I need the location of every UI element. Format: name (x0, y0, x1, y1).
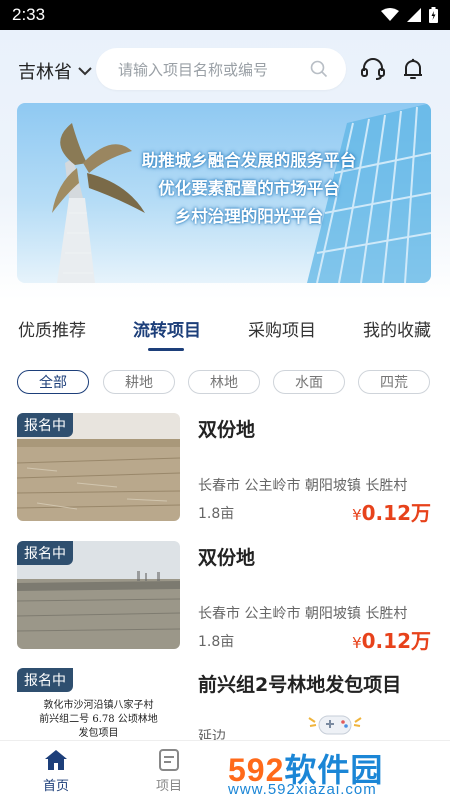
status-badge: 报名中 (17, 541, 73, 565)
listing-title: 双份地 (198, 419, 256, 441)
price-symbol: ¥ (352, 634, 362, 652)
status-bar: 2:33 (0, 0, 450, 30)
province-selector[interactable]: 吉林省 (18, 58, 92, 84)
nav-home[interactable]: 首页 (16, 741, 96, 800)
price-symbol: ¥ (352, 506, 362, 524)
listing-location: 长春市 公主岭市 朝阳坡镇 长胜村 (198, 606, 408, 622)
watermark-url: www.592xiazai.com (228, 781, 377, 798)
signal-icon (407, 8, 421, 22)
price-value: 0.12万 (361, 629, 431, 653)
site-watermark: 592软件园 www.592xiazai.com (228, 745, 450, 800)
bell-icon[interactable] (400, 56, 426, 82)
active-tab-indicator (148, 348, 184, 351)
filter-farmland[interactable]: 耕地 (103, 370, 175, 394)
banner-line-2: 优化要素配置的市场平台 (158, 179, 340, 198)
filter-all[interactable]: 全部 (17, 370, 89, 394)
tab-transfer-projects[interactable]: 流转项目 (133, 316, 201, 341)
chevron-down-icon (78, 67, 92, 76)
header: 吉林省 请输入项目名称或编号 (0, 44, 450, 94)
price-value: 0.12万 (361, 501, 431, 525)
filter-water[interactable]: 水面 (273, 370, 345, 394)
thumbnail-caption: 敦化市沙河沿镇八家子村 前兴组二号 6.78 公顷林地 发包项目 (17, 699, 180, 740)
document-icon (159, 749, 179, 771)
listing-thumbnail: 报名中 (17, 413, 180, 521)
search-placeholder: 请输入项目名称或编号 (118, 60, 269, 79)
status-badge: 报名中 (17, 668, 73, 692)
listing-area: 1.8亩 (198, 634, 235, 650)
wifi-icon (381, 8, 399, 21)
status-time: 2:33 (12, 5, 46, 24)
thumbnail-caption-line-1: 敦化市沙河沿镇八家子村 (43, 700, 154, 711)
promo-banner[interactable]: 助推城乡融合发展的服务平台 优化要素配置的市场平台 乡村治理的阳光平台 (17, 103, 431, 283)
thumbnail-caption-line-2: 前兴组二号 6.78 公顷林地 (39, 714, 158, 725)
listing-location: 长春市 公主岭市 朝阳坡镇 长胜村 (198, 478, 408, 494)
tab-recommended[interactable]: 优质推荐 (18, 316, 86, 341)
listing-thumbnail: 敦化市沙河沿镇八家子村 前兴组二号 6.78 公顷林地 发包项目 报名中 (17, 668, 180, 740)
search-icon[interactable] (310, 60, 328, 78)
listing-title: 双份地 (198, 547, 256, 569)
nav-projects[interactable]: 项目 (129, 741, 209, 800)
banner-line-1: 助推城乡融合发展的服务平台 (141, 151, 357, 170)
category-tabs: 优质推荐 流转项目 采购项目 我的收藏 (0, 308, 450, 352)
listing-price: ¥0.12万 (352, 625, 431, 654)
home-icon (45, 750, 67, 770)
tab-favorites[interactable]: 我的收藏 (363, 316, 431, 341)
gamepad-icon (308, 715, 362, 735)
status-badge: 报名中 (17, 413, 73, 437)
filter-forest[interactable]: 林地 (188, 370, 260, 394)
listing-title: 前兴组2号林地发包项目 (198, 674, 402, 696)
nav-projects-label: 项目 (155, 779, 182, 794)
filter-wasteland[interactable]: 四荒 (358, 370, 430, 394)
listing-price: ¥0.12万 (352, 497, 431, 526)
headset-icon[interactable] (360, 56, 386, 82)
thumbnail-caption-line-3: 发包项目 (78, 728, 119, 739)
listing-card[interactable]: 报名中 双份地 长春市 公主岭市 朝阳坡镇 长胜村 1.8亩 ¥0.12万 (0, 413, 450, 526)
province-label: 吉林省 (18, 62, 72, 83)
tab-procurement-projects[interactable]: 采购项目 (248, 316, 316, 341)
banner-line-3: 乡村治理的阳光平台 (174, 207, 324, 226)
battery-icon (429, 7, 438, 23)
search-input[interactable]: 请输入项目名称或编号 (96, 48, 346, 90)
listing-area: 1.8亩 (198, 506, 235, 522)
nav-home-label: 首页 (42, 779, 69, 794)
listing-thumbnail: 报名中 (17, 541, 180, 649)
listing-card[interactable]: 报名中 双份地 长春市 公主岭市 朝阳坡镇 长胜村 1.8亩 ¥0.12万 (0, 541, 450, 654)
